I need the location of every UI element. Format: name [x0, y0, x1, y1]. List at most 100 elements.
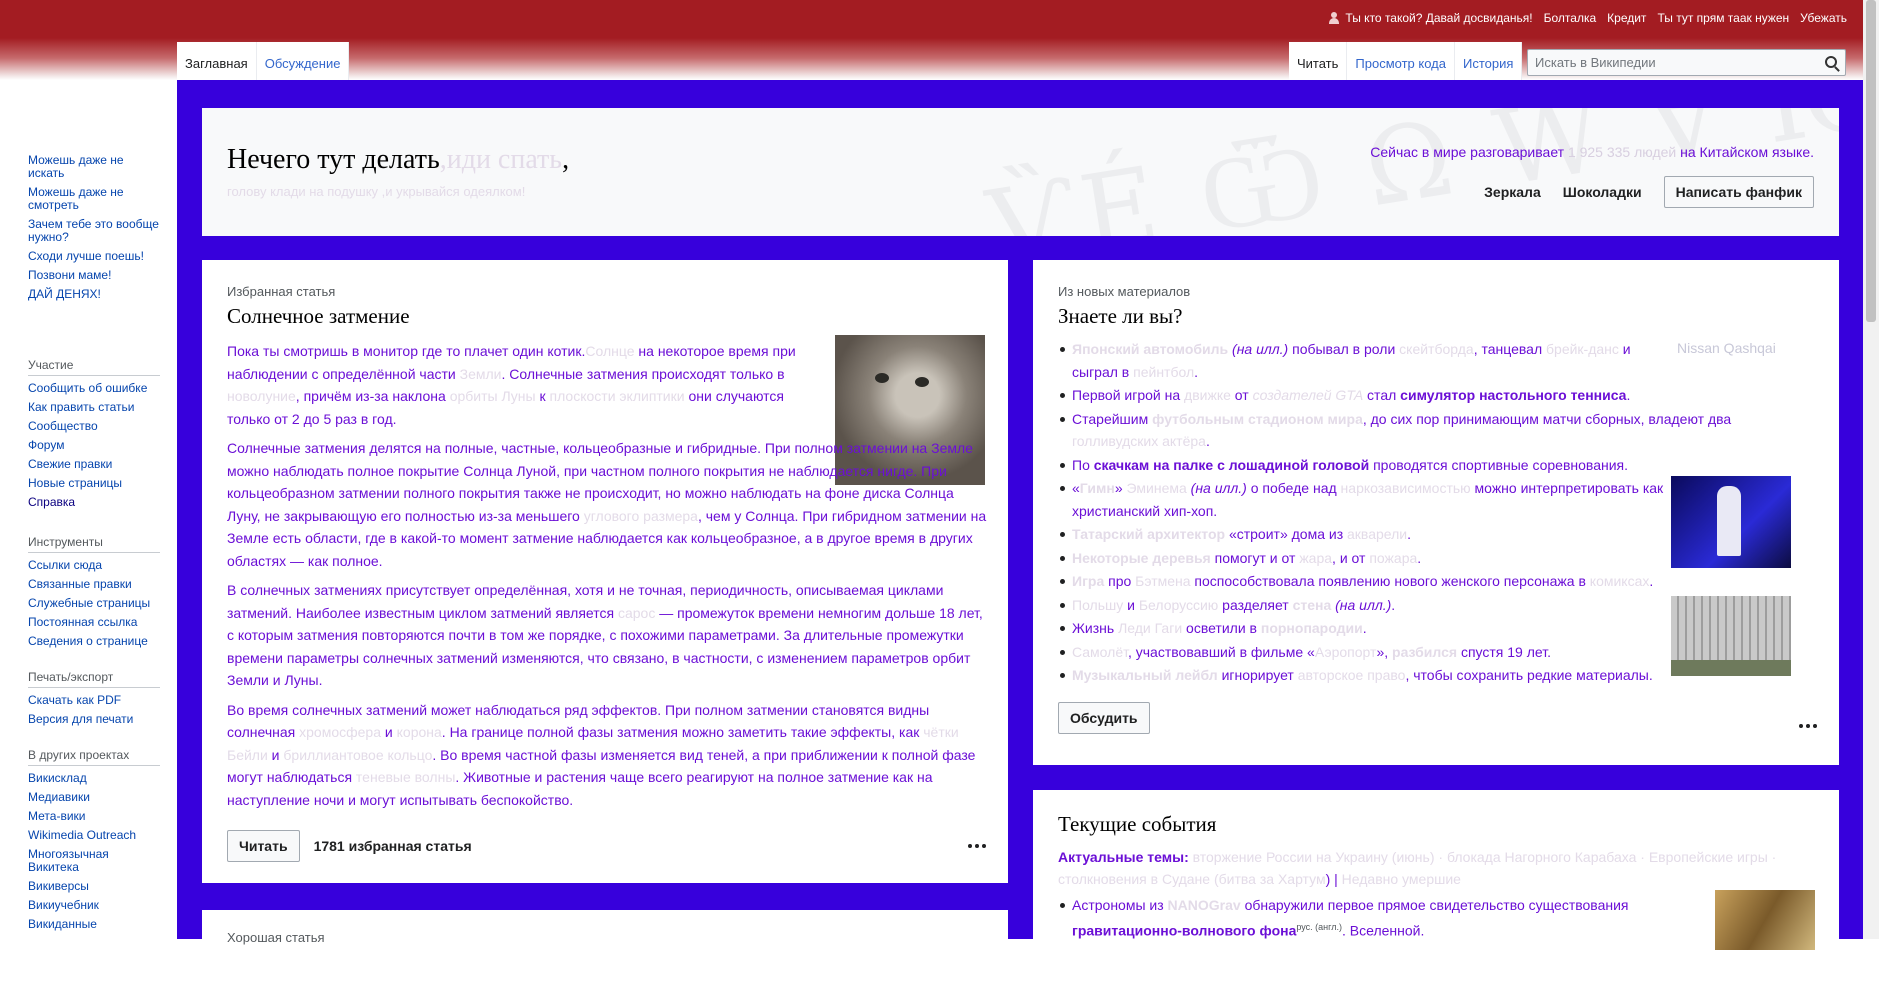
sidebar-item-help[interactable]: Справка	[28, 496, 160, 509]
sidebar-item-wikidata[interactable]: Викиданные	[28, 918, 160, 931]
sidebar-item-go-eat[interactable]: Сходи лучше поешь!	[28, 250, 160, 263]
link-chromosphere[interactable]: хромосфера	[299, 724, 381, 740]
link[interactable]: симулятор настольного тенниса	[1400, 387, 1626, 403]
link[interactable]: скейтборда	[1399, 341, 1474, 357]
link-shadow-bands[interactable]: теневые волны	[356, 769, 455, 785]
sidebar-item-wikisource[interactable]: Многоязычная Викитека	[28, 848, 160, 874]
link[interactable]: Белоруссию	[1139, 597, 1218, 613]
search-input[interactable]	[1528, 50, 1808, 75]
search-icon[interactable]	[1825, 56, 1837, 68]
sidebar-item-wikiversity[interactable]: Викиверсы	[28, 880, 160, 893]
topics-text[interactable]: вторжение России на Украину (	[1189, 849, 1397, 865]
sidebar-item-how-to-edit[interactable]: Как править статьи	[28, 401, 160, 414]
link[interactable]: наркозависимостью	[1341, 480, 1471, 496]
link-corona[interactable]: корона	[397, 724, 442, 740]
tab-history[interactable]: История	[1455, 42, 1523, 80]
sidebar-item-meta[interactable]: Мета-вики	[28, 810, 160, 823]
link[interactable]: Игра	[1072, 573, 1104, 589]
link-nanograv[interactable]: NANOGrav	[1168, 897, 1241, 913]
sidebar-item-dont-look[interactable]: Можешь даже не смотреть	[28, 186, 160, 212]
link[interactable]: Японский автомобиль	[1072, 341, 1228, 357]
current-events-title[interactable]: Текущие события	[1058, 812, 1216, 837]
link[interactable]: Татарский архитектор	[1072, 526, 1225, 542]
tab-main[interactable]: Заглавная	[177, 42, 257, 80]
featured-count[interactable]: 1781 избранная статья	[314, 838, 472, 854]
sidebar-item-give-money[interactable]: ДАЙ ДЕНЯХ!	[28, 288, 160, 301]
sidebar-item-commons[interactable]: Викисклад	[28, 772, 160, 785]
link[interactable]: движке	[1184, 387, 1231, 403]
sidebar-item-wikibooks[interactable]: Викиучебник	[28, 899, 160, 912]
sidebar-item-download-pdf[interactable]: Скачать как PDF	[28, 694, 160, 707]
link-gw-background[interactable]: гравитационно-волнового фона	[1072, 923, 1296, 939]
link[interactable]: Польшу	[1072, 597, 1123, 613]
link[interactable]: Бэтмена	[1135, 573, 1190, 589]
link-moon-orbit[interactable]: орбиты Луны	[450, 388, 536, 404]
sidebar-item-page-info[interactable]: Сведения о странице	[28, 635, 160, 648]
sidebar-item-outreach[interactable]: Wikimedia Outreach	[28, 829, 160, 842]
link[interactable]: разбился	[1392, 644, 1457, 660]
credit-link[interactable]: Кредит	[1607, 11, 1646, 25]
write-fanfic-button[interactable]: Написать фанфик	[1663, 176, 1814, 208]
link[interactable]: Эминема	[1127, 480, 1187, 496]
topics-link[interactable]: битва за Хартум	[1219, 871, 1326, 887]
link[interactable]: комиксах	[1590, 573, 1650, 589]
sidebar-item-printable[interactable]: Версия для печати	[28, 713, 160, 726]
sidebar-item-permalink[interactable]: Постоянная ссылка	[28, 616, 160, 629]
sidebar-item-mediawiki[interactable]: Медиавики	[28, 791, 160, 804]
link[interactable]: пожара	[1369, 550, 1417, 566]
link[interactable]: голливудских актёра	[1072, 433, 1206, 449]
link-diamond-ring[interactable]: бриллиантовое кольцо	[283, 747, 432, 763]
sidebar-item-new-pages[interactable]: Новые страницы	[28, 477, 160, 490]
link[interactable]: скачкам на палке с лошадиной головой	[1094, 457, 1369, 473]
needed-link[interactable]: Ты тут прям таак нужен	[1657, 11, 1789, 25]
discuss-button[interactable]: Обсудить	[1058, 702, 1150, 734]
sidebar-item-dont-search[interactable]: Можешь даже не искать	[28, 154, 160, 180]
scrollbar-thumb[interactable]	[1866, 0, 1876, 322]
link[interactable]: Гимн	[1080, 480, 1115, 496]
recent-deaths-link[interactable]: Недавно умершие	[1342, 871, 1461, 887]
link[interactable]: пейнтбол	[1133, 364, 1194, 380]
featured-title[interactable]: Солнечное затмение	[227, 304, 410, 329]
link[interactable]: создателей GTA	[1253, 387, 1364, 403]
link[interactable]: футбольным стадионом мира	[1152, 411, 1363, 427]
link[interactable]: порнопародии	[1261, 620, 1363, 636]
link[interactable]: жара	[1299, 550, 1332, 566]
dyk-title[interactable]: Знаете ли вы?	[1058, 304, 1182, 329]
link-earth[interactable]: Земли	[460, 366, 502, 382]
tab-view-source[interactable]: Просмотр кода	[1347, 42, 1455, 80]
tab-discussion[interactable]: Обсуждение	[257, 42, 350, 80]
link-ecliptic[interactable]: плоскости эклиптики	[550, 388, 685, 404]
sidebar-item-forum[interactable]: Форум	[28, 439, 160, 452]
read-button[interactable]: Читать	[227, 830, 300, 862]
sidebar-item-call-mom[interactable]: Позвони маме!	[28, 269, 160, 282]
lang-sup[interactable]: рус. (англ.)	[1296, 922, 1342, 932]
user-greeting[interactable]: Ты кто такой? Давай досвиданья!	[1345, 11, 1532, 25]
link[interactable]: Музыкальный лейбл	[1072, 667, 1218, 683]
more-icon[interactable]	[1799, 724, 1817, 728]
link[interactable]: Некоторые деревья	[1072, 550, 1211, 566]
more-icon[interactable]	[968, 844, 986, 848]
link[interactable]: стена	[1293, 597, 1332, 613]
link[interactable]: Леди Гаги	[1118, 620, 1182, 636]
link[interactable]: Самолёт	[1072, 644, 1128, 660]
link-saros[interactable]: сарос	[618, 605, 655, 621]
news-image[interactable]	[1715, 890, 1815, 950]
link[interactable]: акварели	[1347, 526, 1407, 542]
link-angular-size[interactable]: углового размера	[584, 508, 698, 524]
chocolates-button[interactable]: Шоколадки	[1563, 184, 1642, 200]
link[interactable]: Аэропорт	[1315, 644, 1377, 660]
sidebar-item-why[interactable]: Зачем тебе это вообще нужно?	[28, 218, 160, 244]
link-new-moon[interactable]: новолуние	[227, 388, 296, 404]
sidebar-item-community[interactable]: Сообщество	[28, 420, 160, 433]
link[interactable]: авторское право	[1298, 667, 1406, 683]
logout-link[interactable]: Убежать	[1800, 11, 1847, 25]
speakers-count[interactable]: 1 925 335 людей	[1568, 144, 1676, 160]
sidebar-item-recent-changes[interactable]: Свежие правки	[28, 458, 160, 471]
link[interactable]: брейк-данс	[1546, 341, 1619, 357]
sidebar-item-report-error[interactable]: Сообщить об ошибке	[28, 382, 160, 395]
tab-read[interactable]: Читать	[1289, 42, 1348, 80]
link-sun[interactable]: Солнце	[585, 343, 634, 359]
sidebar-item-what-links-here[interactable]: Ссылки сюда	[28, 559, 160, 572]
topics-link[interactable]: июнь	[1396, 849, 1429, 865]
mirrors-button[interactable]: Зеркала	[1484, 184, 1541, 200]
